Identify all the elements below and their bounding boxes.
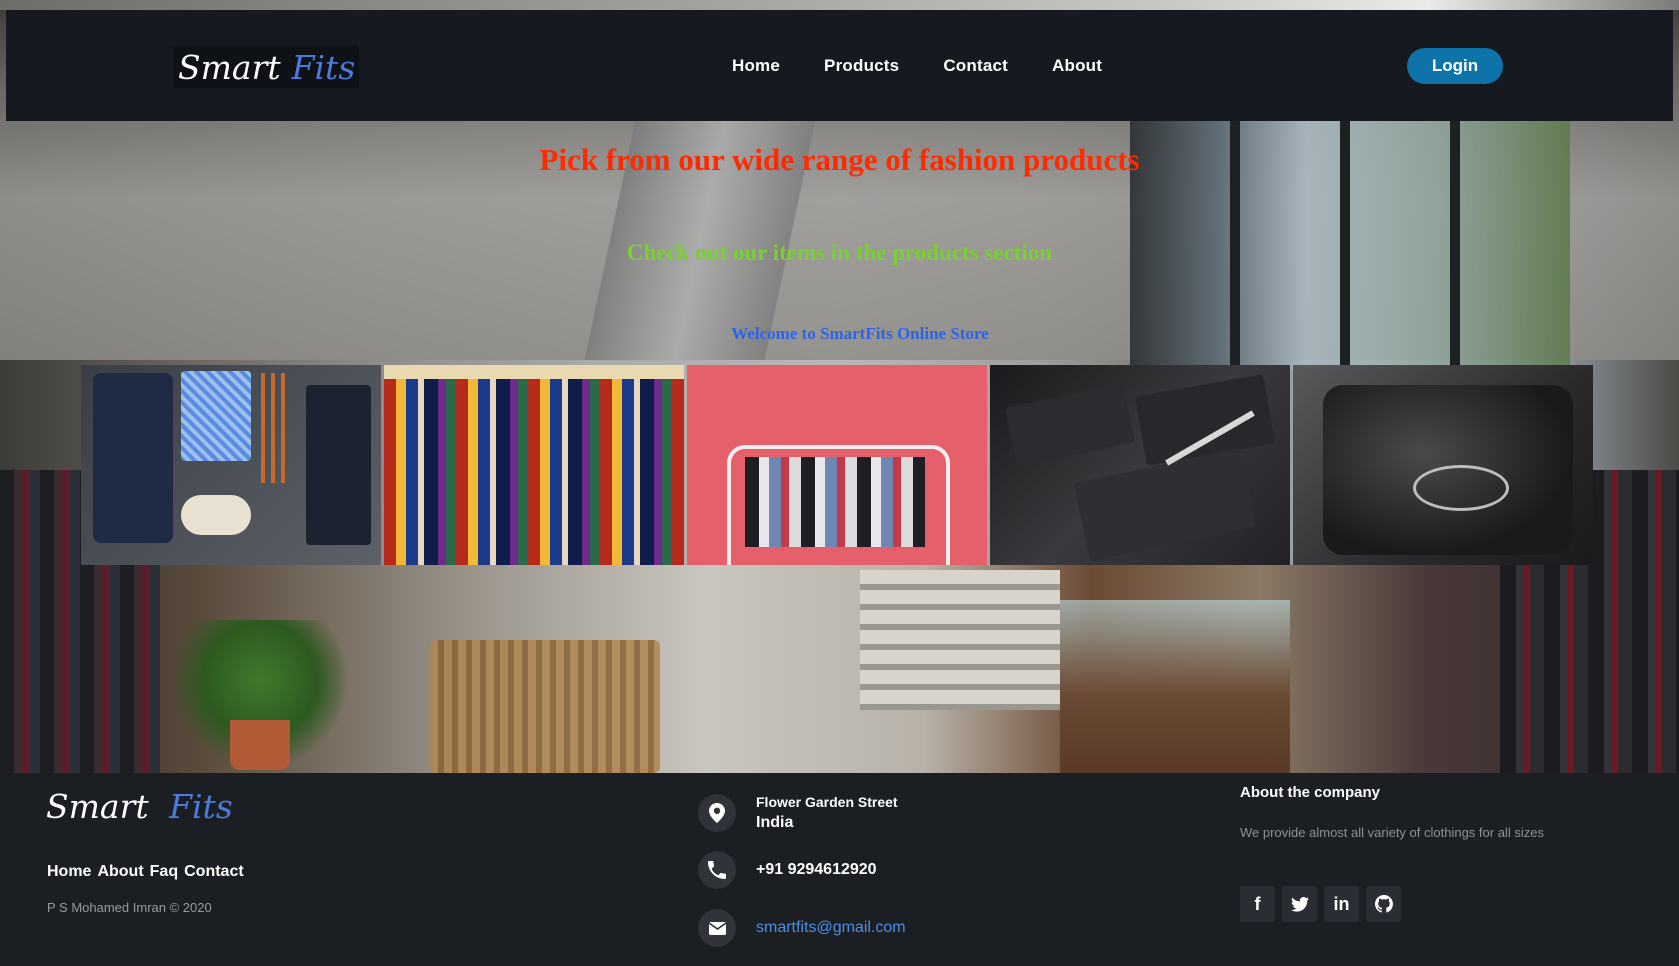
address-row: Flower Garden Street India <box>698 794 898 832</box>
phone-text: +91 9294612920 <box>756 861 877 878</box>
social-links: f in <box>1240 886 1401 922</box>
linkedin-icon[interactable]: in <box>1324 886 1359 922</box>
about-company-text: We provide almost all variety of clothin… <box>1240 825 1544 840</box>
footer-brand-word-1: Smart <box>46 787 149 826</box>
twitter-icon[interactable] <box>1282 886 1317 922</box>
address-line-2: India <box>756 814 794 831</box>
nav-link-home[interactable]: Home <box>710 56 802 76</box>
nav-link-contact[interactable]: Contact <box>921 56 1030 76</box>
phone-row: +91 9294612920 <box>698 851 877 889</box>
drawstring-shape <box>1413 465 1509 511</box>
clothing-rack-pink-image[interactable] <box>687 365 987 565</box>
footer-link-faq[interactable]: Faq <box>150 863 178 881</box>
hero-title: Pick from our wide range of fashion prod… <box>539 142 1140 177</box>
address-line-1: Flower Garden Street <box>756 794 898 810</box>
address-text: Flower Garden Street India <box>756 794 898 832</box>
footer-links: Home About Faq Contact <box>47 863 244 881</box>
clothing-rack-colorful-image[interactable] <box>384 365 684 565</box>
dark-jacket-image[interactable] <box>1293 365 1593 565</box>
email-row: smartfits@gmail.com <box>698 909 906 947</box>
hero-subtitle: Check out our items in the products sect… <box>626 240 1053 265</box>
chairs-decor <box>430 640 660 773</box>
email-link[interactable]: smartfits@gmail.com <box>756 919 906 937</box>
tshirt-shape <box>1073 448 1257 562</box>
about-company-title: About the company <box>1240 784 1381 801</box>
nav-link-products[interactable]: Products <box>802 56 921 76</box>
top-strip <box>0 0 1679 10</box>
pants-shape <box>306 385 371 545</box>
footer-brand-word-2: Fits <box>169 787 233 826</box>
footer-link-about[interactable]: About <box>97 863 143 881</box>
black-tshirts-image[interactable] <box>990 365 1290 565</box>
braces-shape <box>261 373 289 483</box>
tshirt-shape <box>1005 383 1135 467</box>
hanging-clothes-shape <box>745 457 925 547</box>
rack-rail-shape <box>384 365 684 379</box>
tshirt-shape <box>1134 374 1276 466</box>
nav-links: Home Products Contact About <box>710 56 1124 76</box>
map-pin-icon <box>698 794 736 832</box>
brand-logo[interactable]: Smart Fits <box>174 46 360 88</box>
phone-icon <box>698 851 736 889</box>
footer-brand-logo: Smart Fits <box>46 790 233 823</box>
stairs-decor <box>860 570 1060 710</box>
shirt-shape <box>181 371 251 461</box>
copyright-text: P S Mohamed Imran © 2020 <box>47 900 212 915</box>
suit-jacket-shape <box>93 373 173 543</box>
brand-word-2: Fits <box>291 47 356 87</box>
suit-flatlay-image[interactable] <box>81 365 381 565</box>
product-gallery <box>81 365 1598 565</box>
shoes-shape <box>181 495 251 535</box>
facebook-icon[interactable]: f <box>1240 886 1275 922</box>
footer-link-home[interactable]: Home <box>47 863 91 881</box>
hero-welcome: Welcome to SmartFits Online Store <box>731 324 989 343</box>
footer-link-contact[interactable]: Contact <box>184 863 244 881</box>
login-button[interactable]: Login <box>1407 48 1503 84</box>
nav-link-about[interactable]: About <box>1030 56 1124 76</box>
brand-word-1: Smart <box>178 47 281 87</box>
envelope-icon <box>698 909 736 947</box>
github-icon[interactable] <box>1366 886 1401 922</box>
display-case-decor <box>1060 600 1290 773</box>
plant-pot-decor <box>230 720 290 770</box>
